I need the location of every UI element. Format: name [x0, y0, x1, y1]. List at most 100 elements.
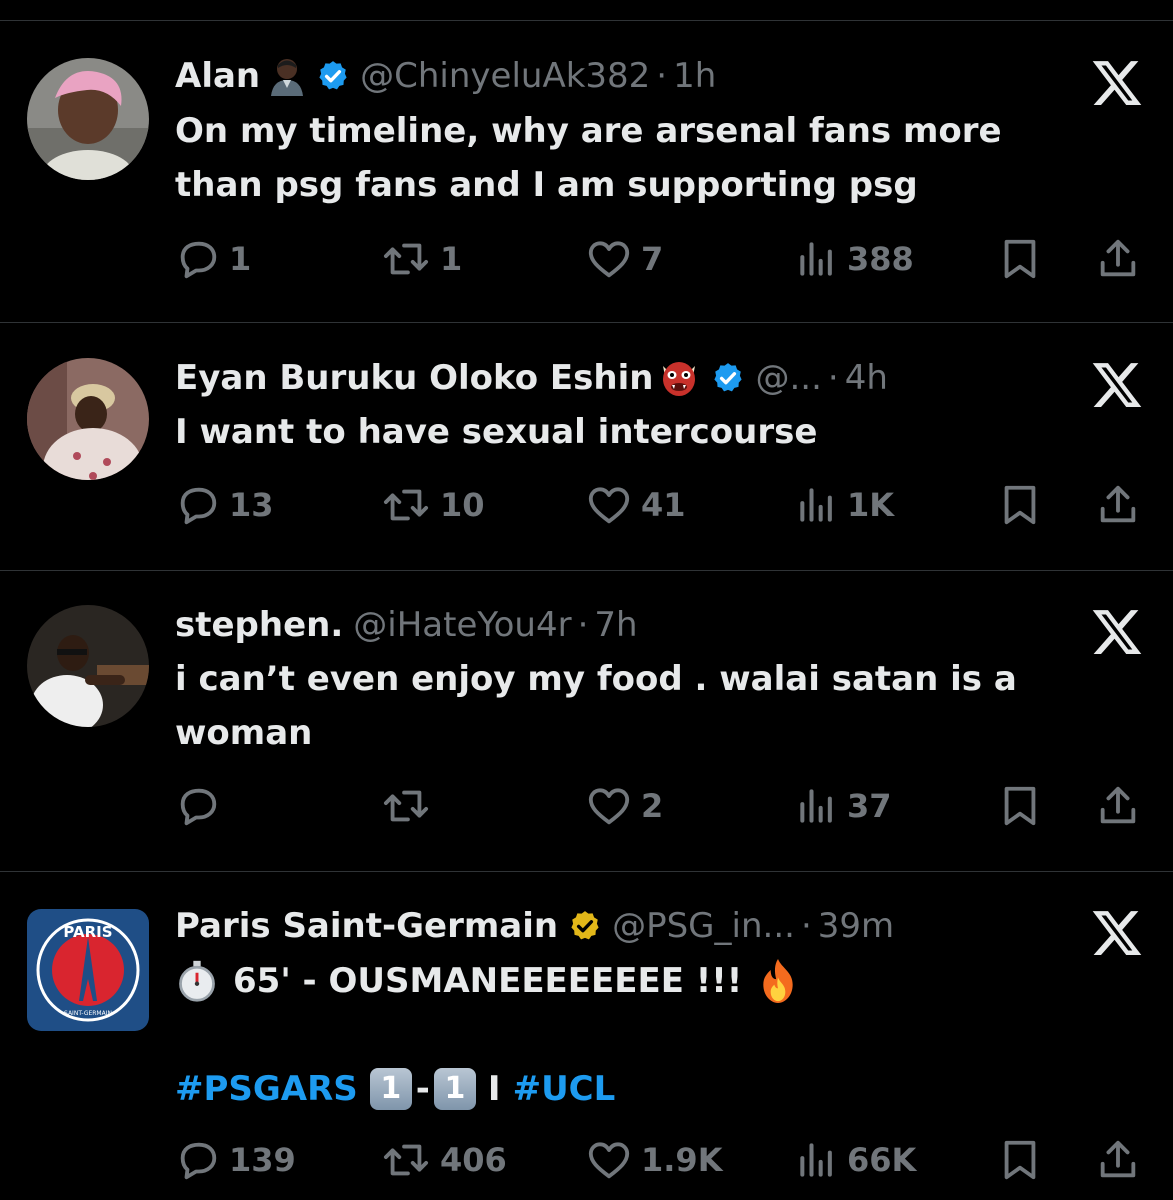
retweet-count: 406: [440, 1141, 507, 1179]
like-count: 2: [641, 787, 664, 825]
top-separator: [0, 20, 1173, 21]
views-icon: [800, 789, 832, 823]
views-button[interactable]: 388: [795, 234, 914, 284]
stopwatch-icon: [175, 958, 219, 1004]
timestamp[interactable]: 39m: [818, 906, 894, 946]
like-icon: [588, 1142, 630, 1179]
bookmark-icon: [1004, 1140, 1036, 1180]
like-icon: [588, 487, 630, 524]
score-away-keycap: 1: [433, 1068, 476, 1110]
views-icon: [800, 488, 832, 522]
goal-text: 65' - OUSMANEEEEEEEE !!!: [233, 961, 743, 1001]
views-count: 66K: [847, 1141, 917, 1179]
like-button[interactable]: 7: [585, 234, 663, 284]
x-logo-icon: [1090, 56, 1144, 110]
tweet-header: stephen. @iHateYou4r · 7h: [175, 605, 638, 645]
logo-text-bottom: SAINT-GERMAIN: [64, 1010, 112, 1017]
reply-button[interactable]: 1: [175, 234, 251, 284]
tweet-separator: [0, 570, 1173, 571]
display-name[interactable]: Paris Saint-Germain: [175, 906, 558, 946]
bookmark-button[interactable]: [997, 480, 1043, 530]
like-button[interactable]: 2: [585, 781, 663, 831]
display-name[interactable]: Alan: [175, 56, 260, 96]
tweet-actions: 2 37: [175, 781, 1145, 831]
share-icon: [1100, 239, 1136, 277]
tweet-text: On my timeline, why are arsenal fans mor…: [175, 111, 1002, 205]
verified-badge-icon: [711, 361, 745, 395]
timestamp[interactable]: 4h: [845, 358, 888, 398]
share-button[interactable]: [1095, 234, 1141, 284]
handle[interactable]: @...: [755, 358, 821, 398]
tweet-text: i can’t even enjoy my food . walai satan…: [175, 659, 1017, 753]
x-logo-icon: [1090, 358, 1144, 412]
handle[interactable]: @ChinyeluAk382: [360, 56, 650, 96]
separator-dot: ·: [827, 358, 839, 398]
avatar[interactable]: [27, 358, 149, 480]
retweet-icon: [383, 790, 429, 822]
share-icon: [1100, 1140, 1136, 1178]
tweet-actions: 139 406 1.9K 66K: [175, 1135, 1145, 1185]
tweet-header: Paris Saint-Germain @PSG_in... · 39m: [175, 906, 894, 946]
reply-icon: [180, 788, 217, 826]
share-icon: [1100, 786, 1136, 824]
bookmark-icon: [1004, 239, 1036, 279]
separator-dot: ·: [656, 56, 668, 96]
like-icon: [588, 241, 630, 278]
retweet-button[interactable]: [380, 781, 440, 831]
retweet-button[interactable]: 1: [380, 234, 462, 284]
share-button[interactable]: [1095, 781, 1141, 831]
reply-icon: [180, 1142, 217, 1180]
retweet-button[interactable]: 10: [380, 480, 485, 530]
hashtag-psgars[interactable]: #PSGARS: [175, 1062, 358, 1116]
timestamp[interactable]: 1h: [673, 56, 716, 96]
retweet-count: 1: [440, 240, 463, 278]
share-button[interactable]: [1095, 1135, 1141, 1185]
reply-button[interactable]: 139: [175, 1135, 296, 1185]
like-count: 1.9K: [641, 1141, 723, 1179]
bookmark-button[interactable]: [997, 234, 1043, 284]
reply-icon: [180, 241, 217, 279]
avatar[interactable]: [27, 605, 149, 727]
reply-count: 1: [229, 240, 252, 278]
retweet-icon: [383, 243, 429, 275]
reply-button[interactable]: [175, 781, 229, 831]
reply-button[interactable]: 13: [175, 480, 274, 530]
reply-count: 13: [229, 486, 274, 524]
avatar[interactable]: [27, 58, 149, 180]
handle[interactable]: @iHateYou4r: [353, 605, 571, 645]
timestamp[interactable]: 7h: [594, 605, 637, 645]
score-separator: -: [415, 1069, 430, 1109]
person-emoji-icon: [268, 56, 306, 96]
share-icon: [1100, 485, 1136, 523]
like-button[interactable]: 1.9K: [585, 1135, 722, 1185]
tweet-actions: 13 10 41 1K: [175, 480, 1145, 530]
ogre-emoji-icon: [657, 358, 701, 398]
tweet-text-line: 65' - OUSMANEEEEEEEE !!!: [175, 954, 1075, 1008]
views-button[interactable]: 37: [795, 781, 892, 831]
hashtag-line: #PSGARS 1 - 1 I #UCL: [175, 1062, 1075, 1116]
x-logo-icon: [1090, 605, 1144, 659]
retweet-count: 10: [440, 486, 485, 524]
tweet-header: Eyan Buruku Oloko Eshin @... · 4h: [175, 358, 888, 398]
share-button[interactable]: [1095, 480, 1141, 530]
hashtag-ucl[interactable]: #UCL: [513, 1062, 616, 1116]
separator-dot: ·: [800, 906, 812, 946]
handle[interactable]: @PSG_in...: [612, 906, 795, 946]
verified-badge-icon: [316, 59, 350, 93]
like-icon: [588, 788, 630, 825]
tweet-separator: [0, 871, 1173, 872]
display-name[interactable]: stephen.: [175, 605, 343, 645]
display-name[interactable]: Eyan Buruku Oloko Eshin: [175, 358, 653, 398]
reply-count: 139: [229, 1141, 296, 1179]
tweet-header: Alan @ChinyeluAk382 · 1h: [175, 56, 716, 96]
tweet-separator: [0, 322, 1173, 323]
retweet-icon: [383, 489, 429, 521]
views-button[interactable]: 1K: [795, 480, 894, 530]
retweet-button[interactable]: 406: [380, 1135, 507, 1185]
views-button[interactable]: 66K: [795, 1135, 916, 1185]
like-button[interactable]: 41: [585, 480, 686, 530]
bookmark-icon: [1004, 786, 1036, 826]
bookmark-button[interactable]: [997, 781, 1043, 831]
bookmark-button[interactable]: [997, 1135, 1043, 1185]
psg-logo-avatar[interactable]: PARIS SAINT-GERMAIN: [27, 909, 149, 1031]
